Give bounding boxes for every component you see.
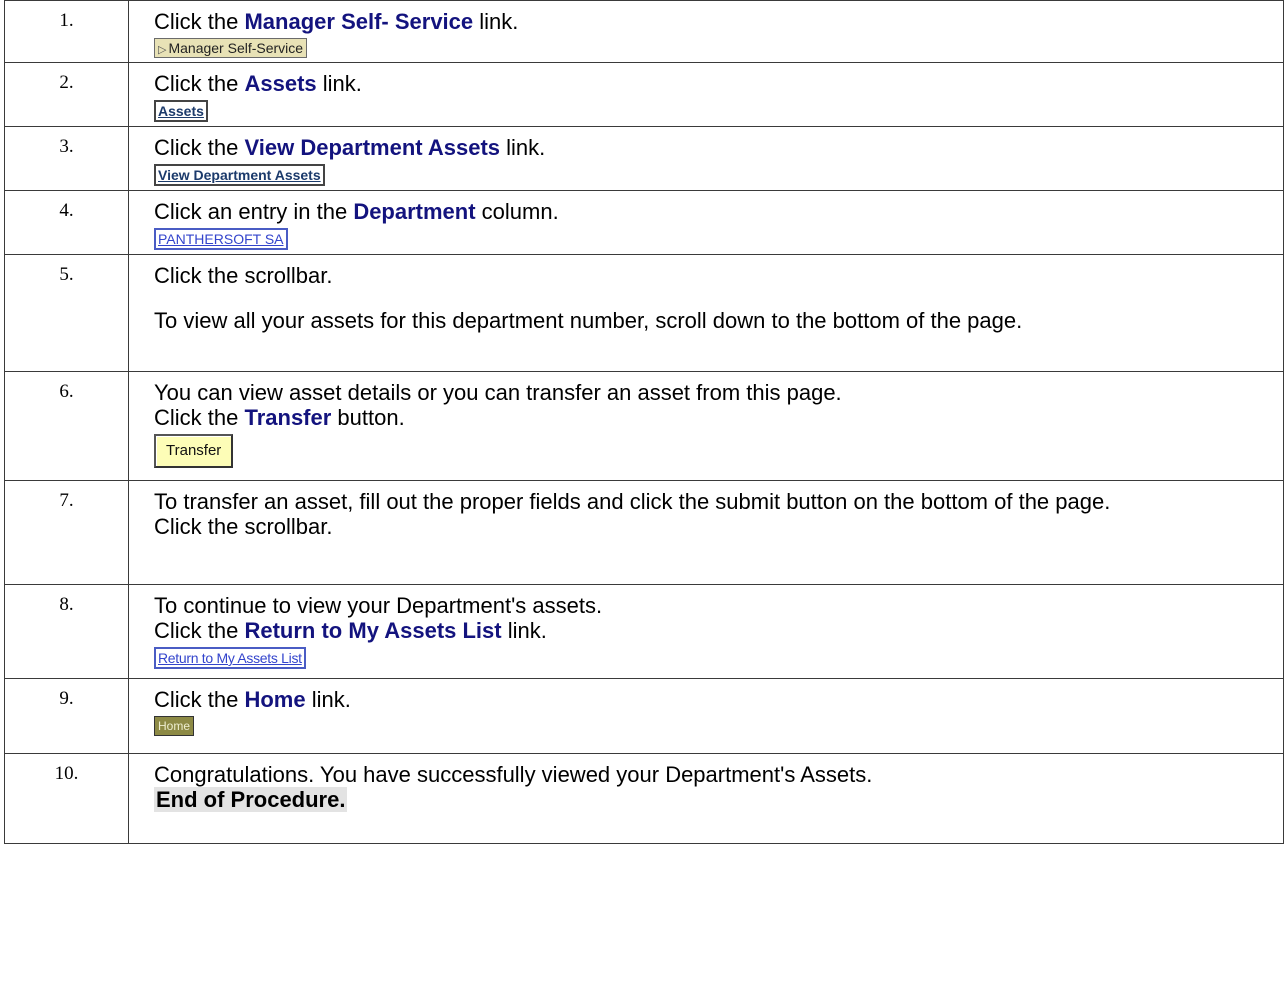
step-text: To transfer an asset, fill out the prope… xyxy=(154,489,1111,514)
table-row: 8. To continue to view your Department's… xyxy=(4,584,1284,679)
transfer-button[interactable]: Transfer xyxy=(154,434,234,468)
step-text: link. xyxy=(473,9,519,34)
step-number: 1. xyxy=(4,0,129,63)
view-department-assets-link[interactable]: View Department Assets xyxy=(154,164,325,186)
step-link-name: Manager Self- Service xyxy=(244,9,474,34)
step-text: Congratulations. You have successfully v… xyxy=(154,762,873,787)
step-number: 10. xyxy=(4,753,129,844)
step-content: Congratulations. You have successfully v… xyxy=(128,753,1284,844)
step-content: Click the View Department Assets link. V… xyxy=(128,126,1284,191)
step-content: To continue to view your Department's as… xyxy=(128,584,1284,679)
table-row: 4. Click an entry in the Department colu… xyxy=(4,190,1284,255)
step-content: To transfer an asset, fill out the prope… xyxy=(128,480,1284,585)
step-text: To view all your assets for this departm… xyxy=(154,308,1023,333)
step-text: Click the scrollbar. xyxy=(154,263,333,288)
step-number: 8. xyxy=(4,584,129,679)
procedure-table: 1. Click the Manager Self- Service link.… xyxy=(4,0,1284,844)
end-of-procedure: End of Procedure. xyxy=(154,787,348,812)
table-row: 1. Click the Manager Self- Service link.… xyxy=(4,0,1284,63)
manager-self-service-link[interactable]: ▷ Manager Self-Service xyxy=(154,38,308,58)
step-content: Click the Manager Self- Service link. ▷ M… xyxy=(128,0,1284,63)
step-content: Click the Home link. Home xyxy=(128,678,1284,754)
home-link[interactable]: Home xyxy=(154,716,195,736)
step-content: You can view asset details or you can tr… xyxy=(128,371,1284,481)
return-to-my-assets-list-link[interactable]: Return to My Assets List xyxy=(154,647,306,669)
step-content: Click the Assets link. Assets xyxy=(128,62,1284,127)
step-number: 4. xyxy=(4,190,129,255)
step-number: 3. xyxy=(4,126,129,191)
assets-link[interactable]: Assets xyxy=(154,100,208,122)
table-row: 6. You can view asset details or you can… xyxy=(4,371,1284,481)
step-text: You can view asset details or you can tr… xyxy=(154,380,842,405)
expand-triangle-icon: ▷ xyxy=(158,44,167,56)
step-number: 6. xyxy=(4,371,129,481)
table-row: 9. Click the Home link. Home xyxy=(4,678,1284,754)
step-number: 2. xyxy=(4,62,129,127)
department-entry-link[interactable]: PANTHERSOFT SA xyxy=(154,228,288,250)
step-number: 7. xyxy=(4,480,129,585)
table-row: 3. Click the View Department Assets link… xyxy=(4,126,1284,191)
step-text: Click the xyxy=(154,9,245,34)
step-number: 5. xyxy=(4,254,129,372)
step-text: To continue to view your Department's as… xyxy=(154,593,603,618)
table-row: 2. Click the Assets link. Assets xyxy=(4,62,1284,127)
table-row: 10. Congratulations. You have successful… xyxy=(4,753,1284,844)
step-number: 9. xyxy=(4,678,129,754)
step-text: Click the scrollbar. xyxy=(154,514,333,539)
table-row: 5. Click the scrollbar. To view all your… xyxy=(4,254,1284,372)
step-content: Click the scrollbar. To view all your as… xyxy=(128,254,1284,372)
table-row: 7. To transfer an asset, fill out the pr… xyxy=(4,480,1284,585)
step-content: Click an entry in the Department column.… xyxy=(128,190,1284,255)
